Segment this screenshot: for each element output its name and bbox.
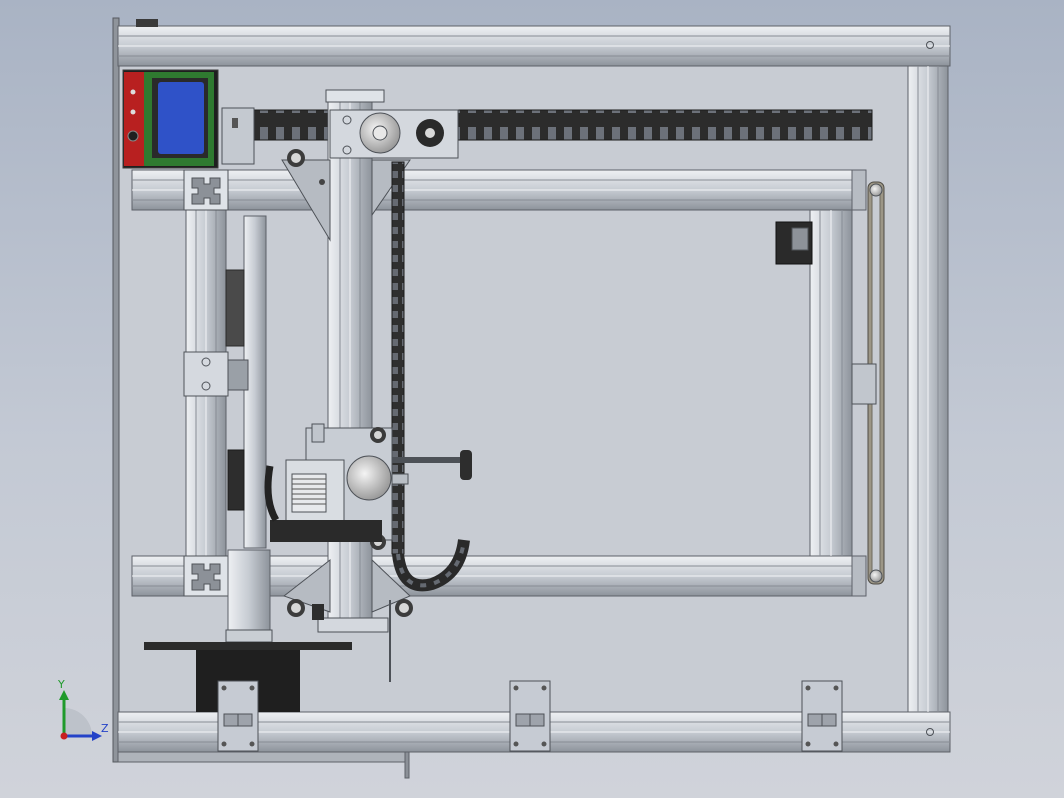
x-motor-mount [221, 107, 255, 165]
coordinate-triad [59, 690, 102, 741]
triad-z-label: Z [101, 722, 109, 735]
corner-bracket-bottom-left [183, 555, 229, 597]
enclosure-side-wall [112, 17, 120, 763]
top-edge-tab [136, 19, 158, 27]
right-frame-profile [907, 65, 949, 713]
hotend-heatsink [291, 473, 327, 513]
printer-assembly-drawing [59, 17, 951, 779]
triad-y-label: Y [58, 678, 65, 691]
hinge-right [801, 680, 843, 752]
triad-x-axis [60, 732, 68, 740]
top-frame-profile [117, 25, 951, 67]
right-inner-profile [809, 209, 853, 557]
hinge-left [217, 680, 259, 752]
y-stepper-motor [775, 221, 813, 265]
cad-viewport[interactable]: Y Z [0, 0, 1064, 798]
lcd-controller [122, 69, 219, 169]
hinge-center [509, 680, 551, 752]
upper-gantry-profile [131, 169, 867, 211]
corner-bracket-top-left [183, 169, 229, 211]
mid-plate-left [183, 351, 229, 397]
